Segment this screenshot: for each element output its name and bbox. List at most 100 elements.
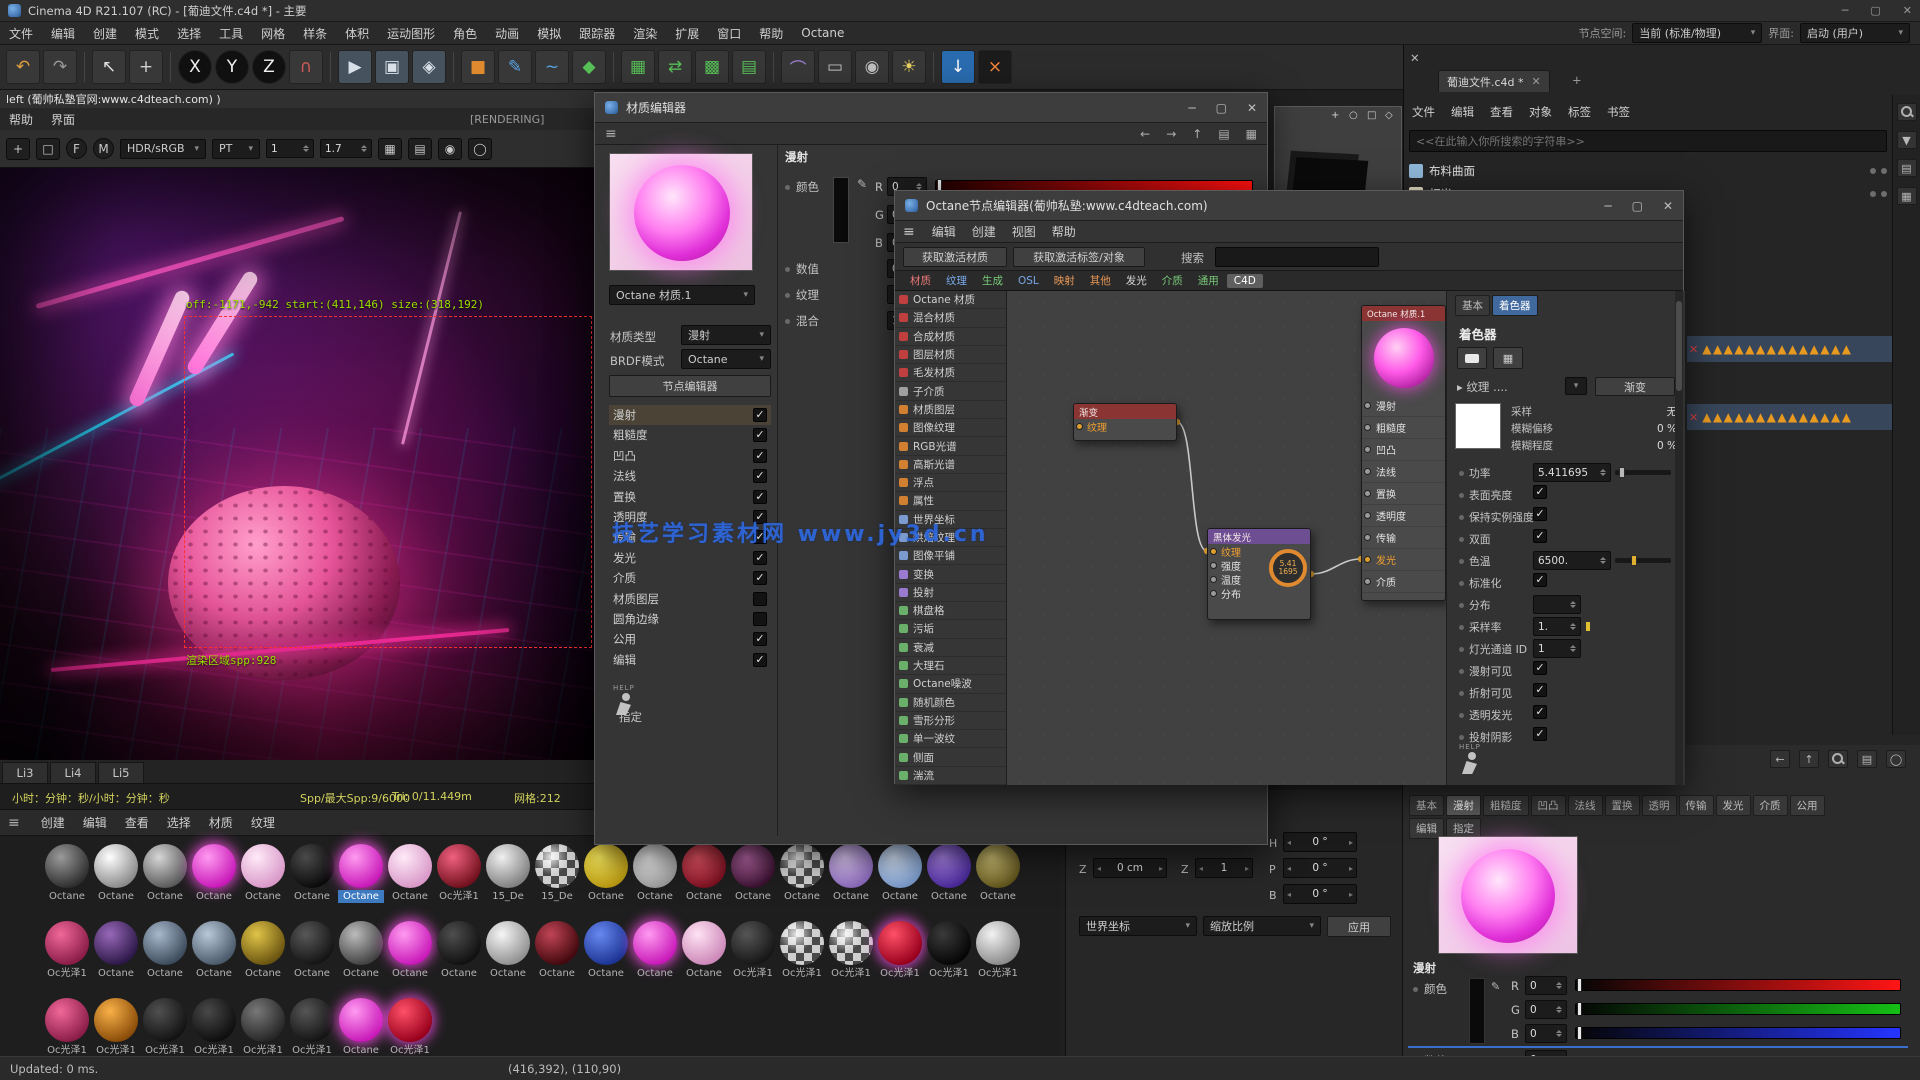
light-icon[interactable]: ☀ (892, 50, 926, 84)
menu-创建[interactable]: 创建 (84, 22, 126, 44)
node-type-衰减[interactable]: 衰减 (895, 639, 1006, 657)
zoom-icon[interactable]: □ (1367, 110, 1376, 121)
menu-角色[interactable]: 角色 (444, 22, 486, 44)
browser-menu-创建[interactable]: 创建 (32, 810, 74, 835)
delete-icon[interactable]: ✕ (1689, 343, 1698, 356)
material-item[interactable]: Oc光泽1 (240, 998, 286, 1057)
search-icon[interactable] (1897, 103, 1917, 121)
history-icon[interactable]: ◯ (1886, 750, 1906, 768)
brdf-mode-dropdown[interactable]: Octane▾ (681, 349, 771, 369)
material-swatch[interactable] (388, 998, 432, 1042)
channel-编辑[interactable]: 编辑✓ (609, 650, 771, 670)
node-type-Octane噪波[interactable]: Octane噪波 (895, 675, 1006, 693)
up-icon[interactable]: ↑ (1799, 750, 1819, 768)
camera-icon[interactable]: ◉ (438, 138, 462, 160)
menu-跟踪器[interactable]: 跟踪器 (570, 22, 624, 44)
channel-圆角边缘[interactable]: 圆角边缘 (609, 609, 771, 629)
node-type-高斯光谱[interactable]: 高斯光谱 (895, 456, 1006, 474)
material-swatch[interactable] (94, 921, 138, 965)
material-swatch[interactable] (45, 921, 89, 965)
exposure-field[interactable]: 1.7 (320, 139, 372, 158)
material-item[interactable]: Octane (730, 844, 776, 903)
attr-tab-粗糙度[interactable]: 粗糙度 (1483, 795, 1529, 816)
material-swatch[interactable] (241, 998, 285, 1042)
b-field[interactable]: 0 (1525, 1024, 1567, 1043)
layout-tab-Li3[interactable]: Li3 (2, 762, 48, 783)
node-type-变换[interactable]: 变换 (895, 565, 1006, 583)
material-swatch[interactable] (388, 921, 432, 965)
colorspace-dropdown[interactable]: HDR/sRGB▾ (120, 139, 206, 159)
lock-icon[interactable]: ▤ (408, 138, 432, 160)
pos-z-field[interactable]: ◂0 cm▸ (1093, 858, 1167, 878)
material-item[interactable]: Octane (191, 921, 237, 980)
node-tab-生成[interactable]: 生成 (975, 272, 1010, 289)
material-item[interactable]: Oc光泽1 (828, 921, 874, 980)
sphere-icon[interactable]: ◯ (468, 138, 492, 160)
hamburger-icon[interactable]: ≡ (903, 224, 915, 240)
material-item[interactable]: Octane (485, 921, 531, 980)
node-editor-titlebar[interactable]: Octane节点编辑器(葡帅私塾:www.c4dteach.com) ─ ▢ ✕ (895, 191, 1683, 221)
material-item[interactable]: Octane (387, 921, 433, 980)
material-swatch[interactable] (584, 921, 628, 965)
r-slider[interactable] (1575, 979, 1901, 991)
material-swatch[interactable] (535, 844, 579, 888)
menu-运动图形[interactable]: 运动图形 (378, 22, 444, 44)
material-preview-card[interactable] (609, 153, 753, 271)
value-field[interactable]: 5.411695 (1533, 463, 1611, 482)
node-menu-帮助[interactable]: 帮助 (1045, 223, 1083, 240)
node-tab-通用[interactable]: 通用 (1191, 272, 1226, 289)
node-type-合成材质[interactable]: 合成材质 (895, 328, 1006, 346)
material-item[interactable]: Octane (387, 844, 433, 903)
menu-选择[interactable]: 选择 (168, 22, 210, 44)
grid-icon[interactable]: ▦ (1897, 187, 1917, 205)
material-item[interactable]: Octane (877, 844, 923, 903)
panel-close-icon[interactable]: ✕ (1410, 51, 1420, 65)
material-swatch[interactable] (486, 921, 530, 965)
node-type-子介质[interactable]: 子介质 (895, 382, 1006, 400)
material-swatch[interactable] (731, 921, 775, 965)
node-tab-C4D[interactable]: C4D (1227, 274, 1263, 288)
material-swatch[interactable] (584, 844, 628, 888)
node-tab-纹理[interactable]: 纹理 (939, 272, 974, 289)
rot-p-field[interactable]: ◂0 °▸ (1283, 858, 1357, 878)
value-slider[interactable] (1615, 558, 1671, 563)
material-item[interactable]: Octane (681, 921, 727, 980)
channel-checkbox[interactable]: ✓ (753, 408, 767, 422)
channel-checkbox[interactable]: ✓ (753, 571, 767, 585)
help-icon[interactable]: HELP (1459, 738, 1481, 779)
panel-scrollbar[interactable] (1675, 291, 1683, 785)
material-item[interactable]: Octane (583, 844, 629, 903)
material-item[interactable]: Oc光泽1 (191, 998, 237, 1057)
material-swatch[interactable] (780, 921, 824, 965)
maximize-button[interactable]: ▢ (1870, 4, 1880, 17)
material-swatch[interactable] (45, 998, 89, 1042)
menu-模式[interactable]: 模式 (126, 22, 168, 44)
channel-介质[interactable]: 介质✓ (609, 568, 771, 588)
om-menu-查看[interactable]: 查看 (1490, 104, 1513, 120)
om-menu-编辑[interactable]: 编辑 (1451, 104, 1474, 120)
value-field[interactable]: 1. (1533, 617, 1581, 636)
material-swatch[interactable] (94, 844, 138, 888)
node-search-input[interactable] (1215, 247, 1379, 267)
menu-体积[interactable]: 体积 (336, 22, 378, 44)
material-swatch[interactable] (290, 921, 334, 965)
channel-checkbox[interactable]: ✓ (753, 469, 767, 483)
material-port-置换[interactable]: 置换 (1362, 483, 1445, 505)
material-type-dropdown[interactable]: 漫射▾ (681, 325, 771, 345)
channel-checkbox[interactable]: ✓ (753, 551, 767, 565)
open-node-editor-button[interactable]: 节点编辑器 (609, 375, 771, 397)
material-swatch[interactable] (192, 921, 236, 965)
attr-tab-介质[interactable]: 介质 (1753, 795, 1788, 816)
node-menu-创建[interactable]: 创建 (965, 223, 1003, 240)
material-port-法线[interactable]: 法线 (1362, 461, 1445, 483)
material-swatch[interactable] (290, 998, 334, 1042)
scrollbar-accent[interactable] (1408, 1046, 1908, 1048)
g-field[interactable]: 0 (1525, 1000, 1567, 1019)
material-item[interactable]: Oc光泽1 (93, 998, 139, 1057)
material-swatch[interactable] (976, 921, 1020, 965)
material-item[interactable]: Octane (289, 921, 335, 980)
node-type-投射[interactable]: 投射 (895, 584, 1006, 602)
material-item[interactable]: Oc光泽1 (387, 998, 433, 1057)
object-search-input[interactable] (1409, 130, 1887, 152)
material-editor-titlebar[interactable]: 材质编辑器 ─ ▢ ✕ (595, 93, 1267, 123)
